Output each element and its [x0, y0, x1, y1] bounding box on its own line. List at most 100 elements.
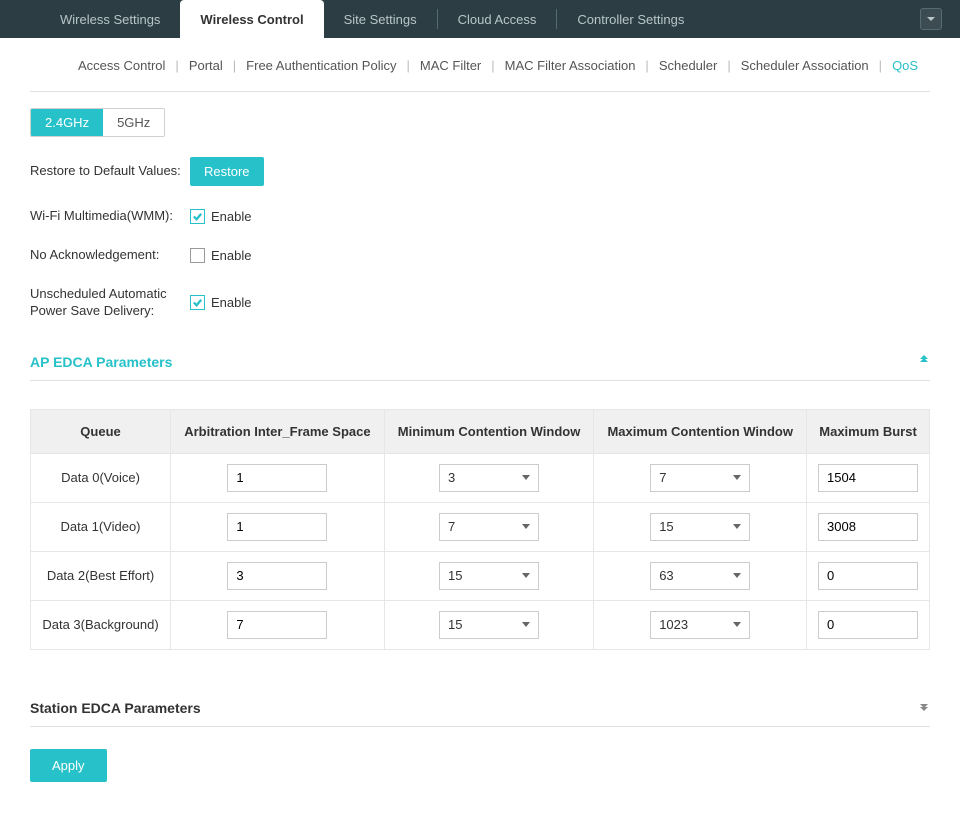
subnav-mac-filter[interactable]: MAC Filter	[412, 58, 489, 73]
band-5ghz-button[interactable]: 5GHz	[103, 109, 164, 136]
apply-button[interactable]: Apply	[30, 749, 107, 782]
maxcw-select[interactable]: 15	[650, 513, 750, 541]
select-value: 1023	[659, 617, 688, 632]
mincw-select[interactable]: 15	[439, 611, 539, 639]
caret-down-icon	[522, 573, 530, 578]
nav-site-settings[interactable]: Site Settings	[324, 0, 437, 38]
uapsd-enable-label: Enable	[211, 295, 251, 310]
cell-queue: Data 0(Voice)	[31, 453, 171, 502]
ap-edca-header[interactable]: AP EDCA Parameters	[30, 342, 930, 381]
select-value: 7	[448, 519, 455, 534]
subnav-separator: |	[404, 58, 411, 73]
caret-down-icon	[733, 475, 741, 480]
caret-down-icon	[522, 524, 530, 529]
subnav-scheduler[interactable]: Scheduler	[651, 58, 726, 73]
subnav-mac-filter-assoc[interactable]: MAC Filter Association	[497, 58, 644, 73]
table-row: Data 1(Video) 7 15	[31, 502, 930, 551]
noack-label: No Acknowledgement:	[30, 247, 190, 264]
band-toggle: 2.4GHz 5GHz	[30, 108, 165, 137]
wmm-enable-label: Enable	[211, 209, 251, 224]
noack-row: No Acknowledgement: Enable	[30, 247, 930, 264]
wmm-label: Wi-Fi Multimedia(WMM):	[30, 208, 190, 225]
subnav-portal[interactable]: Portal	[181, 58, 231, 73]
content-area: Access Control | Portal | Free Authentic…	[0, 38, 960, 822]
burst-input[interactable]	[818, 562, 918, 590]
restore-row: Restore to Default Values: Restore	[30, 157, 930, 186]
subnav-separator: |	[231, 58, 238, 73]
uapsd-row: Unscheduled Automatic Power Save Deliver…	[30, 286, 930, 320]
check-icon	[192, 297, 203, 308]
station-edca-title: Station EDCA Parameters	[30, 700, 201, 716]
nav-wireless-settings[interactable]: Wireless Settings	[40, 0, 180, 38]
caret-down-icon	[733, 622, 741, 627]
mincw-select[interactable]: 15	[439, 562, 539, 590]
mincw-select[interactable]: 3	[439, 464, 539, 492]
th-queue: Queue	[31, 409, 171, 453]
select-value: 7	[659, 470, 666, 485]
subnav-separator: |	[643, 58, 650, 73]
subnav-separator: |	[877, 58, 884, 73]
aifs-input[interactable]	[227, 464, 327, 492]
caret-down-icon	[522, 475, 530, 480]
chevron-down-icon	[926, 14, 936, 24]
cell-queue: Data 1(Video)	[31, 502, 171, 551]
burst-input[interactable]	[818, 611, 918, 639]
subnav-separator: |	[489, 58, 496, 73]
subnav-separator: |	[173, 58, 180, 73]
cell-queue: Data 2(Best Effort)	[31, 551, 171, 600]
th-burst: Maximum Burst	[807, 409, 930, 453]
station-edca-header[interactable]: Station EDCA Parameters	[30, 688, 930, 727]
uapsd-checkbox[interactable]	[190, 295, 205, 310]
table-row: Data 0(Voice) 3 7	[31, 453, 930, 502]
select-value: 15	[659, 519, 673, 534]
subnav-free-auth-policy[interactable]: Free Authentication Policy	[238, 58, 404, 73]
uapsd-checkbox-wrap: Enable	[190, 295, 251, 310]
subnav-qos[interactable]: QoS	[884, 58, 926, 73]
noack-enable-label: Enable	[211, 248, 251, 263]
nav-cloud-access[interactable]: Cloud Access	[438, 0, 557, 38]
cell-queue: Data 3(Background)	[31, 600, 171, 649]
restore-label: Restore to Default Values:	[30, 163, 190, 180]
subnav-scheduler-assoc[interactable]: Scheduler Association	[733, 58, 877, 73]
noack-checkbox-wrap: Enable	[190, 248, 251, 263]
select-value: 15	[448, 617, 462, 632]
ap-edca-title: AP EDCA Parameters	[30, 354, 172, 370]
maxcw-select[interactable]: 1023	[650, 611, 750, 639]
top-nav: Wireless Settings Wireless Control Site …	[0, 0, 960, 38]
restore-button[interactable]: Restore	[190, 157, 264, 186]
maxcw-select[interactable]: 63	[650, 562, 750, 590]
burst-input[interactable]	[818, 464, 918, 492]
maxcw-select[interactable]: 7	[650, 464, 750, 492]
th-maxcw: Maximum Contention Window	[594, 409, 807, 453]
sub-nav: Access Control | Portal | Free Authentic…	[30, 38, 930, 92]
noack-checkbox[interactable]	[190, 248, 205, 263]
subnav-access-control[interactable]: Access Control	[70, 58, 173, 73]
table-row: Data 2(Best Effort) 15 63	[31, 551, 930, 600]
aifs-input[interactable]	[227, 611, 327, 639]
burst-input[interactable]	[818, 513, 918, 541]
select-value: 15	[448, 568, 462, 583]
table-row: Data 3(Background) 15 1023	[31, 600, 930, 649]
nav-controller-settings[interactable]: Controller Settings	[557, 0, 704, 38]
nav-dropdown-button[interactable]	[920, 8, 942, 30]
wmm-checkbox[interactable]	[190, 209, 205, 224]
caret-down-icon	[522, 622, 530, 627]
caret-down-icon	[733, 573, 741, 578]
nav-wireless-control[interactable]: Wireless Control	[180, 0, 323, 38]
th-mincw: Minimum Contention Window	[384, 409, 594, 453]
aifs-input[interactable]	[227, 562, 327, 590]
wmm-row: Wi-Fi Multimedia(WMM): Enable	[30, 208, 930, 225]
ap-edca-table: Queue Arbitration Inter_Frame Space Mini…	[30, 409, 930, 650]
aifs-input[interactable]	[227, 513, 327, 541]
select-value: 3	[448, 470, 455, 485]
select-value: 63	[659, 568, 673, 583]
band-2-4ghz-button[interactable]: 2.4GHz	[31, 109, 103, 136]
uapsd-label: Unscheduled Automatic Power Save Deliver…	[30, 286, 190, 320]
collapse-up-icon	[918, 354, 930, 369]
mincw-select[interactable]: 7	[439, 513, 539, 541]
expand-down-icon	[918, 700, 930, 715]
check-icon	[192, 211, 203, 222]
th-aifs: Arbitration Inter_Frame Space	[171, 409, 385, 453]
caret-down-icon	[733, 524, 741, 529]
subnav-separator: |	[725, 58, 732, 73]
